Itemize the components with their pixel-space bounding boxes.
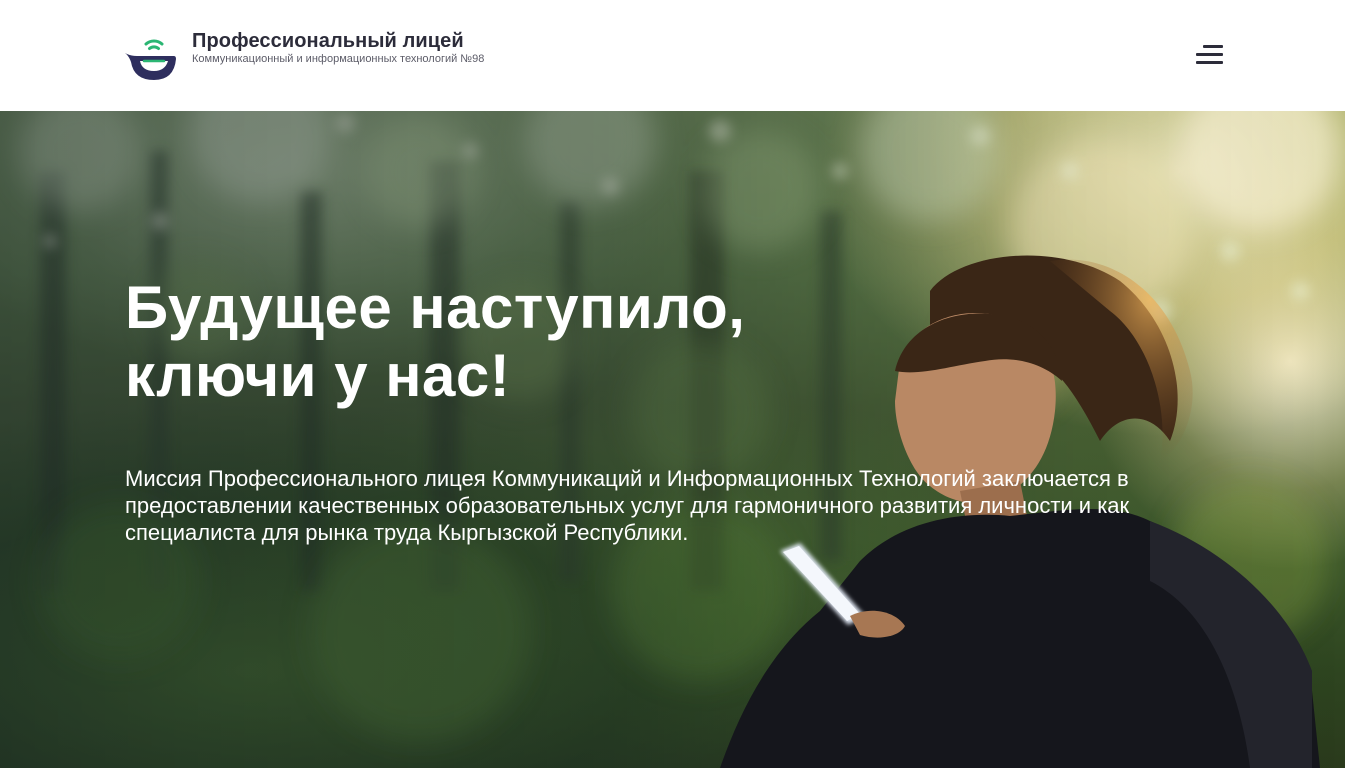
logo-subtitle: Коммуникационный и информационных технол…: [192, 53, 485, 65]
lyceum-logo-icon: [125, 39, 176, 80]
menu-bar-middle: [1196, 53, 1223, 56]
hero-title-line-1: Будущее наступило,: [125, 274, 746, 341]
hero-content: Будущее наступило, ключи у нас! Миссия П…: [125, 274, 1225, 546]
site-header: Профессиональный лицей Коммуникационный …: [0, 0, 1345, 111]
hero-title-line-2: ключи у нас!: [125, 342, 511, 409]
menu-bar-top: [1203, 45, 1223, 48]
menu-bar-bottom: [1196, 61, 1223, 64]
logo-title: Профессиональный лицей: [192, 30, 464, 52]
mission-text: Миссия Профессионального лицея Коммуника…: [125, 466, 1130, 545]
logo-link[interactable]: Профессиональный лицей Коммуникационный …: [124, 30, 485, 82]
hero-title: Будущее наступило, ключи у нас!: [125, 274, 845, 410]
logo-text: Профессиональный лицей Коммуникационный …: [192, 30, 485, 66]
hamburger-menu-icon[interactable]: [1192, 42, 1226, 70]
hero-section: Будущее наступило, ключи у нас! Миссия П…: [0, 111, 1345, 768]
